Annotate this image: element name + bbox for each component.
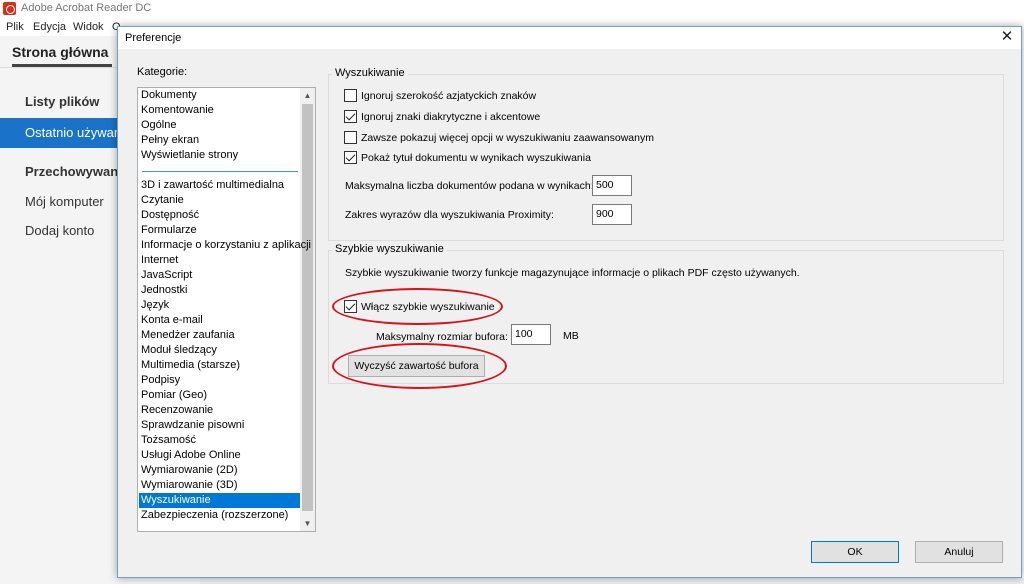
- fast-search-description: Szybkie wyszukiwanie tworzy funkcje maga…: [345, 267, 800, 279]
- category-item[interactable]: Ogólne: [141, 118, 176, 133]
- search-group-title: Wyszukiwanie: [332, 67, 408, 79]
- max-docs-label: Maksymalna liczba dokumentów podana w wy…: [345, 180, 594, 192]
- category-item[interactable]: Dostępność: [141, 208, 199, 223]
- ok-button[interactable]: OK: [811, 541, 899, 563]
- category-item[interactable]: Tożsamość: [141, 433, 196, 448]
- option-label: Ignoruj szerokość azjatyckich znaków: [361, 89, 537, 102]
- option-always-show-more[interactable]: Zawsze pokazuj więcej opcji w wyszukiwan…: [344, 131, 654, 144]
- category-item[interactable]: Czytanie: [141, 193, 184, 208]
- cache-size-input[interactable]: 100: [511, 324, 551, 345]
- option-label: Zawsze pokazuj więcej opcji w wyszukiwan…: [361, 131, 654, 144]
- cache-size-label: Maksymalny rozmiar bufora:: [376, 331, 508, 343]
- bottom-strip: [200, 578, 1024, 584]
- category-item[interactable]: Wyświetlanie strony: [141, 148, 238, 163]
- category-item[interactable]: Konta e-mail: [141, 313, 203, 328]
- max-docs-input[interactable]: 500: [592, 175, 632, 196]
- tab-home-indicator: [12, 64, 112, 67]
- option-label: Ignoruj znaki diakrytyczne i akcentowe: [361, 110, 541, 123]
- checkbox-checked[interactable]: [344, 151, 357, 164]
- option-show-doc-title[interactable]: Pokaż tytuł dokumentu w wynikach wyszuki…: [344, 151, 591, 164]
- categories-scrollbar[interactable]: ▲ ▼: [300, 88, 315, 531]
- category-item[interactable]: Wymiarowanie (3D): [141, 478, 237, 493]
- dialog-titlebar: Preferencje ✕: [118, 27, 1021, 49]
- proximity-label: Zakres wyrazów dla wyszukiwania Proximit…: [345, 209, 554, 221]
- sidebar-item-add-account[interactable]: Dodaj konto: [25, 223, 94, 238]
- sidebar-item-recent-label: Ostatnio używane: [25, 125, 129, 140]
- close-icon[interactable]: ✕: [999, 29, 1015, 45]
- category-item[interactable]: JavaScript: [141, 268, 192, 283]
- acrobat-logo-icon: [3, 2, 16, 15]
- checkbox[interactable]: [344, 89, 357, 102]
- tab-home[interactable]: Strona główna: [12, 44, 108, 60]
- categories-list[interactable]: ▲ ▼ Dokumenty Komentowanie Ogólne Pełny ekr…: [137, 87, 316, 532]
- category-item[interactable]: Formularze: [141, 223, 197, 238]
- category-item[interactable]: Internet: [141, 253, 178, 268]
- category-item[interactable]: Pomiar (Geo): [141, 388, 207, 403]
- files-header: Listy plików: [25, 94, 100, 109]
- dialog-title: Preferencje: [125, 32, 182, 44]
- category-item[interactable]: Sprawdzanie pisowni: [141, 418, 244, 433]
- category-item[interactable]: Podpisy: [141, 373, 180, 388]
- category-item[interactable]: Moduł śledzący: [141, 343, 217, 358]
- category-item[interactable]: Wymiarowanie (2D): [141, 463, 237, 478]
- menu-file[interactable]: Plik: [6, 21, 24, 33]
- scroll-thumb[interactable]: [302, 104, 313, 511]
- category-item[interactable]: Informacje o korzystaniu z aplikacji: [141, 238, 311, 253]
- categories-label: Kategorie:: [137, 66, 188, 78]
- option-ignore-diacritics[interactable]: Ignoruj znaki diakrytyczne i akcentowe: [344, 110, 540, 123]
- category-item[interactable]: Jednostki: [141, 283, 187, 298]
- acrobat-window: Adobe Acrobat Reader DC Plik Edycja Wido…: [0, 0, 1024, 584]
- highlight-ellipse-enable: [332, 288, 503, 325]
- option-ignore-asian-width[interactable]: Ignoruj szerokość azjatyckich znaków: [344, 89, 536, 102]
- category-item[interactable]: Menedżer zaufania: [141, 328, 235, 343]
- categories-separator: [142, 171, 298, 172]
- scroll-down-icon[interactable]: ▼: [300, 516, 315, 531]
- category-item-selected[interactable]: Wyszukiwanie: [139, 493, 300, 508]
- app-titlebar: Adobe Acrobat Reader DC: [0, 0, 1024, 18]
- preferences-dialog: Preferencje ✕ Kategorie: ▲ ▼ Dokumenty Ko…: [117, 26, 1022, 578]
- fast-search-group-title: Szybkie wyszukiwanie: [332, 243, 447, 255]
- highlight-ellipse-clear: [332, 343, 507, 389]
- category-item[interactable]: Usługi Adobe Online: [141, 448, 241, 463]
- category-item[interactable]: Komentowanie: [141, 103, 214, 118]
- category-item[interactable]: 3D i zawartość multimedialna: [141, 178, 284, 193]
- category-item[interactable]: Recenzowanie: [141, 403, 213, 418]
- proximity-input[interactable]: 900: [592, 204, 632, 225]
- scroll-up-icon[interactable]: ▲: [300, 88, 315, 103]
- checkbox-checked[interactable]: [344, 110, 357, 123]
- category-item[interactable]: Pełny ekran: [141, 133, 199, 148]
- checkbox[interactable]: [344, 131, 357, 144]
- cache-unit: MB: [563, 330, 579, 342]
- category-item[interactable]: Zabezpieczenia (rozszerzone): [141, 508, 288, 523]
- cancel-button[interactable]: Anuluj: [915, 541, 1003, 563]
- menu-edit[interactable]: Edycja: [33, 21, 66, 33]
- category-item[interactable]: Dokumenty: [141, 88, 197, 103]
- category-item[interactable]: Multimedia (starsze): [141, 358, 240, 373]
- option-label: Pokaż tytuł dokumentu w wynikach wyszuki…: [361, 151, 591, 164]
- app-title: Adobe Acrobat Reader DC: [21, 2, 152, 14]
- sidebar-item-my-computer[interactable]: Mój komputer: [25, 194, 104, 209]
- category-item[interactable]: Język: [141, 298, 169, 313]
- menu-view[interactable]: Widok: [73, 21, 104, 33]
- storage-header: Przechowywanie: [25, 164, 130, 179]
